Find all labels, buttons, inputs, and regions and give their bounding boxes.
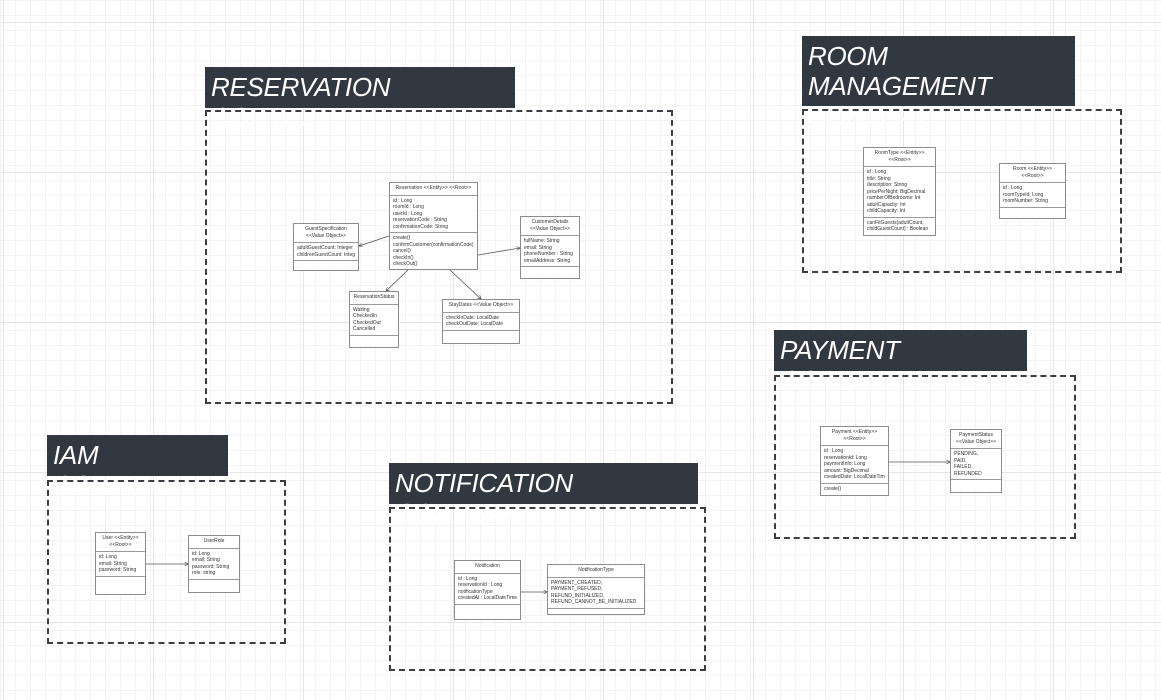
reservation-context-title: RESERVATION CONTEXT (205, 67, 515, 132)
reservation-class[interactable]: Reservation <<Entity>> <<Root>> id : Lon… (389, 182, 478, 270)
payment-class[interactable]: Payment <<Entity>> <<Root>> id : Long re… (820, 426, 889, 496)
class-header: PaymentStatus <<Value Object>> (951, 430, 1001, 449)
class-header: Room <<Entity>> <<Root>> (1000, 164, 1065, 183)
class-attributes: id: Long email: String password: String … (189, 549, 239, 580)
customer-details-class[interactable]: CustomerDetails <<Value Object>> fullNam… (520, 216, 580, 279)
class-operations: canFitGuests(adultCount, childGuestCount… (864, 218, 935, 235)
class-attributes: fullName: String email: String phoneNumb… (521, 236, 579, 267)
class-attributes: id : Long roomId : Long userId : Long re… (390, 196, 477, 233)
class-header: Notification (455, 561, 520, 574)
class-attribute: createdAt : LocalDateTime (458, 595, 517, 601)
class-attribute: phoneNumber : String (524, 251, 573, 257)
class-attribute: Cancelled (353, 326, 376, 332)
class-attribute: createdDate: LocalDateTime (824, 474, 885, 480)
class-attribute: password: String (99, 567, 137, 573)
class-attributes: id : Long title: String description: Str… (864, 167, 935, 218)
stay-dates-class[interactable]: StayDates <<Value Object>> checkInDate: … (442, 299, 520, 344)
guest-specification-class[interactable]: GuestSpecification <<Value Object>> adul… (293, 223, 359, 271)
class-operation: childGuestCount) : Boolean (867, 226, 929, 232)
class-attributes: id : Long reservationId: Long paymentInf… (821, 446, 888, 484)
class-attributes: PENDING, PAID, FAILED, REFUNDED (951, 449, 1001, 480)
room-management-context-title: ROOM MANAGEMENT CONTEXT (802, 36, 1075, 131)
room-management-context-region (802, 109, 1122, 273)
class-header: GuestSpecification <<Value Object>> (294, 224, 358, 243)
iam-context-region (47, 480, 286, 644)
class-attribute: REFUNDED (954, 470, 982, 477)
iam-context-title: IAM CONTEXT (47, 435, 228, 500)
class-attributes: id: Long email: String password: String (96, 552, 145, 577)
class-attribute: childrenGuestCount: Integer (297, 251, 355, 258)
class-operations (548, 609, 644, 617)
class-header: CustomerDetails <<Value Object>> (521, 217, 579, 236)
class-attribute: REFUND_CANNOT_BE_INITIALIZED (551, 599, 637, 605)
reservation-status-class[interactable]: ReservationStatus Waiting CheckedIn Chec… (349, 291, 399, 348)
class-operations (951, 480, 1001, 488)
class-attribute: childCapacity: Int (867, 208, 906, 214)
class-header: RoomType <<Entity>> <<Root>> (864, 148, 935, 167)
class-operations (1000, 208, 1065, 216)
class-attribute: adultGuestCount: Integer (297, 245, 353, 251)
notification-type-class[interactable]: NotificationType PAYMENT_CREATED, PAYMEN… (547, 564, 645, 615)
class-operations (96, 577, 145, 585)
class-attribute: roomNumber: String (1003, 198, 1049, 204)
class-header: StayDates <<Value Object>> (443, 300, 519, 313)
class-attributes: id : Long reservationId : Long notificat… (455, 574, 520, 605)
payment-context-title: PAYMENT CONTEXT (774, 330, 1027, 395)
class-header: User <<Entity>> <<Root>> (96, 533, 145, 552)
notification-context-title: NOTIFICATION CONTEXT (389, 463, 698, 528)
class-operations: create() (821, 484, 888, 495)
class-header: Reservation <<Entity>> <<Root>> (390, 183, 477, 196)
user-class[interactable]: User <<Entity>> <<Root>> id: Long email:… (95, 532, 146, 595)
class-attributes: id : Long roomTypeId: Long roomNumber: S… (1000, 183, 1065, 208)
class-operations (455, 605, 520, 613)
room-type-class[interactable]: RoomType <<Entity>> <<Root>> id : Long t… (863, 147, 936, 236)
class-attribute: checkOutDate: LocalDate (446, 321, 503, 327)
class-header: ReservationStatus (350, 292, 398, 305)
class-operations (443, 331, 519, 339)
class-operations (294, 261, 358, 269)
class-operations (189, 580, 239, 588)
class-attributes: PAYMENT_CREATED, PAYMENT_REFUSED, REFUND… (548, 578, 644, 609)
class-header: UserRole (189, 536, 239, 549)
class-attributes: Waiting CheckedIn CheckedOut Cancelled (350, 305, 398, 336)
class-attribute: emailAddress: String (524, 257, 571, 264)
room-class[interactable]: Room <<Entity>> <<Root>> id : Long roomT… (999, 163, 1066, 219)
notification-class[interactable]: Notification id : Long reservationId : L… (454, 560, 521, 620)
class-operations: create() confirmCustomer(confirmationCod… (390, 233, 477, 270)
payment-status-class[interactable]: PaymentStatus <<Value Object>> PENDING, … (950, 429, 1002, 493)
class-attribute: role: string (192, 570, 216, 576)
class-attributes: adultGuestCount: Integer childrenGuestCo… (294, 243, 358, 261)
class-header: NotificationType (548, 565, 644, 578)
class-operations (521, 267, 579, 275)
class-operation: create() (824, 485, 842, 492)
class-operation: checkOut() (393, 261, 418, 267)
class-attribute: confirmationCode: String (393, 223, 449, 230)
class-operations (350, 336, 398, 344)
user-role-class[interactable]: UserRole id: Long email: String password… (188, 535, 240, 593)
class-header: Payment <<Entity>> <<Root>> (821, 427, 888, 446)
class-attributes: checkInDate: LocalDate checkOutDate: Loc… (443, 313, 519, 331)
